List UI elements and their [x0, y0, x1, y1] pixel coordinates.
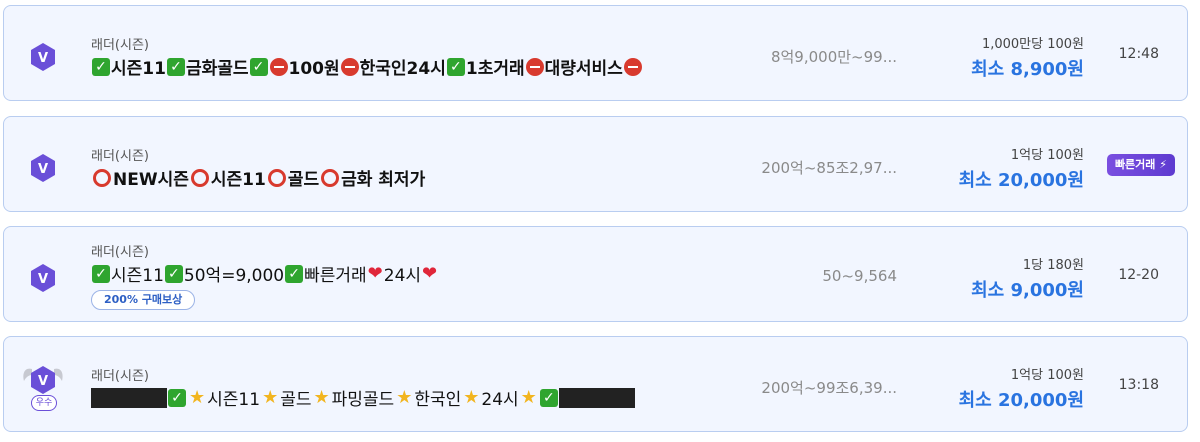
no-entry-icon	[525, 57, 544, 76]
listing-category: 래더(시즌)	[91, 245, 149, 260]
min-price: 최소 20,000원	[958, 170, 1084, 191]
seller-level-v-icon: V	[28, 365, 58, 395]
title-text: 시즌11	[210, 170, 266, 190]
title-text: 24시	[481, 390, 519, 410]
title-text: 골드	[287, 170, 320, 190]
listing-category: 래더(시즌)	[91, 149, 149, 164]
min-price: 최소 8,900원	[971, 59, 1084, 80]
quantity-range: 8억9,000만~99...	[770, 48, 897, 66]
no-entry-icon	[269, 57, 288, 76]
listing-card-3[interactable]: V 래더(시즌) ✓ 시즌11 ✓ 50억=9,000 ✓ 빠른거래 ❤ 24시 ❤ 200% …	[3, 226, 1188, 322]
listing-time: 12-20	[1118, 267, 1159, 283]
listing-title[interactable]: NEW시즌 시즌11 골드 금화 최저가	[91, 165, 425, 190]
title-text: 금화골드	[185, 59, 249, 79]
check-mark-icon: ✓	[249, 57, 268, 76]
star-icon: ★	[262, 387, 279, 408]
seller-level-v-icon: V	[28, 263, 58, 293]
purchase-reward-tag: 200% 구매보상	[91, 290, 196, 310]
check-mark-icon: ✓	[92, 264, 110, 283]
title-text: NEW시즌	[113, 170, 189, 190]
unit-price: 1억당 100원	[1010, 148, 1084, 163]
listing-category: 래더(시즌)	[91, 369, 149, 384]
unit-price: 1억당 100원	[1010, 368, 1084, 383]
unit-price: 1당 180원	[1022, 258, 1084, 273]
check-mark-icon: ✓	[166, 57, 185, 76]
svg-text:V: V	[38, 374, 48, 389]
check-mark-icon: ✓	[164, 264, 183, 283]
star-icon: ★	[396, 387, 413, 408]
no-entry-icon	[623, 57, 642, 76]
listing-time: 12:48	[1118, 46, 1159, 62]
listing-title[interactable]: ✓ 시즌11 ✓ 금화골드 ✓ 100원 한국인24시 ✓ 1초거래 대량서비스	[91, 54, 643, 79]
red-circle-icon	[93, 168, 111, 187]
unit-price: 1,000만당 100원	[981, 37, 1084, 52]
star-icon: ★	[313, 387, 330, 408]
title-text: 한국인24시	[359, 59, 446, 79]
title-text: 시즌11	[207, 390, 261, 410]
title-text: 1초거래	[465, 59, 525, 79]
heart-icon: ❤	[367, 263, 383, 284]
svg-text:V: V	[38, 272, 48, 287]
check-mark-icon: ✓	[539, 388, 558, 407]
svg-text:V: V	[38, 51, 48, 66]
min-price: 최소 20,000원	[958, 390, 1084, 411]
seller-level-v-icon: V	[28, 42, 58, 72]
title-text: 금화 최저가	[341, 170, 426, 190]
listing-card-4[interactable]: V 우수 래더(시즌) ✓ ★ 시즌11 ★ 골드 ★ 파밍골드 ★ 한국인 ★ 24시 ★ ✓ 200…	[3, 336, 1188, 432]
check-mark-icon: ✓	[285, 264, 304, 283]
title-text: 시즌11	[111, 266, 164, 286]
star-icon: ★	[189, 387, 206, 408]
lightning-icon: ⚡	[1159, 158, 1167, 171]
title-text: 빠른거래	[304, 266, 367, 286]
listing-title[interactable]: ✓ ★ 시즌11 ★ 골드 ★ 파밍골드 ★ 한국인 ★ 24시 ★ ✓	[91, 385, 635, 410]
check-mark-icon: ✓	[92, 57, 110, 76]
title-text: 50억=9,000	[183, 266, 285, 286]
quantity-range: 50~9,564	[822, 267, 897, 285]
heart-icon: ❤	[422, 263, 438, 284]
redacted-block	[91, 387, 167, 408]
title-text: 대량서비스	[544, 59, 623, 79]
check-mark-icon: ✓	[446, 57, 465, 76]
red-circle-icon	[267, 168, 286, 187]
listing-card-2[interactable]: V 래더(시즌) NEW시즌 시즌11 골드 금화 최저가 200억~85조2,97.…	[3, 116, 1188, 212]
red-circle-icon	[321, 168, 340, 187]
star-icon: ★	[520, 387, 537, 408]
check-mark-icon: ✓	[168, 388, 186, 407]
star-icon: ★	[463, 387, 480, 408]
svg-text:V: V	[38, 162, 48, 177]
listing-category: 래더(시즌)	[91, 38, 149, 53]
title-text: 골드	[280, 390, 312, 410]
title-text: 파밍골드	[331, 390, 395, 410]
redacted-block	[558, 387, 635, 408]
red-circle-icon	[190, 168, 209, 187]
title-text: 한국인	[414, 390, 462, 410]
listing-card-1[interactable]: V 래더(시즌) ✓ 시즌11 ✓ 금화골드 ✓ 100원 한국인24시 ✓ 1초거래 대량서비스…	[3, 5, 1188, 101]
title-text: 24시	[383, 266, 422, 286]
fast-trade-badge: 빠른거래 ⚡	[1106, 154, 1175, 176]
no-entry-icon	[340, 57, 359, 76]
title-text: 시즌11	[111, 59, 166, 79]
seller-grade-badge: 우수	[31, 395, 57, 411]
quantity-range: 200억~85조2,97...	[761, 159, 897, 177]
seller-level-v-icon: V	[28, 153, 58, 183]
min-price: 최소 9,000원	[971, 280, 1084, 301]
title-text: 100원	[288, 59, 340, 79]
fast-trade-label: 빠른거래	[1114, 158, 1156, 171]
quantity-range: 200억~99조6,39...	[761, 379, 897, 397]
listing-time: 13:18	[1118, 377, 1159, 393]
listing-title[interactable]: ✓ 시즌11 ✓ 50억=9,000 ✓ 빠른거래 ❤ 24시 ❤	[91, 261, 438, 286]
